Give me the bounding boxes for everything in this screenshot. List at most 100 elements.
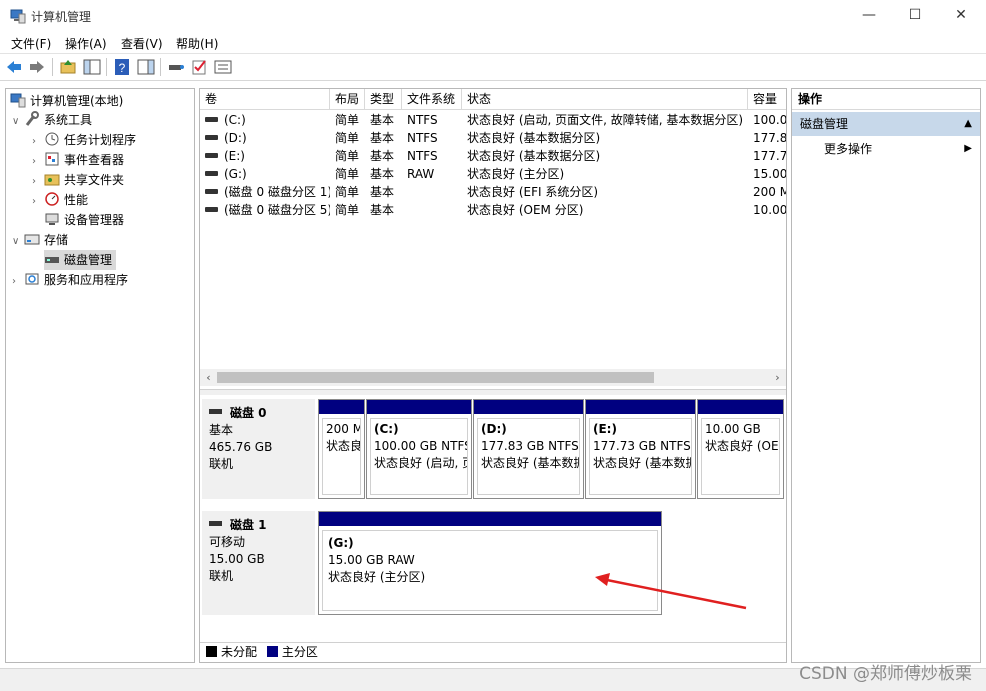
volume-row[interactable]: (磁盘 0 磁盘分区 5) 简单 基本 状态良好 (OEM 分区) 10.00 [200, 201, 786, 219]
device-manager-icon [45, 213, 59, 225]
tree-item-task-scheduler[interactable]: › 任务计划程序 [32, 130, 136, 150]
column-volume[interactable]: 卷 [200, 89, 330, 110]
annotation-arrow [595, 573, 747, 610]
volume-cell-layout: 简单 [335, 131, 360, 145]
scroll-left-icon[interactable]: ‹ [200, 369, 217, 386]
volume-cell-status: 状态良好 (基本数据分区) [467, 149, 601, 163]
volume-cell-type: 基本 [370, 167, 395, 181]
actions-header: 操作 [792, 89, 980, 110]
chevron-right-icon[interactable]: › [32, 152, 44, 172]
legend-primary: 主分区 [266, 645, 318, 659]
action-pane: 操作 磁盘管理 ▲ 更多操作 ▶ [791, 88, 981, 663]
check-icon[interactable] [191, 58, 209, 76]
connect-icon[interactable] [167, 58, 185, 76]
tree-item-disk-management[interactable]: 磁盘管理 [44, 250, 117, 270]
maximize-button[interactable]: ☐ [892, 0, 938, 32]
volume-cell-status: 状态良好 (基本数据分区) [467, 131, 601, 145]
chevron-right-icon[interactable]: › [32, 172, 44, 192]
scrollbar-thumb[interactable] [217, 372, 654, 383]
close-button[interactable]: ✕ [938, 0, 984, 32]
column-capacity[interactable]: 容量 [748, 89, 786, 110]
collapse-up-icon[interactable]: ▲ [964, 112, 972, 136]
title-bar: 计算机管理 — ☐ ✕ [0, 0, 986, 32]
volume-cell-status: 状态良好 (EFI 系统分区) [467, 185, 599, 199]
volume-icon [205, 171, 218, 176]
partition-e[interactable]: (E:) 177.73 GB NTFS 状态良好 (基本数据 [585, 399, 696, 499]
chevron-down-icon[interactable]: ∨ [12, 112, 24, 132]
back-arrow-icon[interactable] [5, 58, 23, 76]
performance-icon [45, 192, 59, 206]
actions-section-disk-management[interactable]: 磁盘管理 ▲ [792, 112, 980, 136]
volume-cell-status: 状态良好 (OEM 分区) [467, 203, 584, 217]
tree-item-event-viewer[interactable]: › 事件查看器 [32, 150, 124, 170]
disk-icon [209, 409, 222, 414]
legend-unallocated: 未分配 [206, 645, 257, 659]
window-title: 计算机管理 [31, 10, 92, 24]
minimize-button[interactable]: — [846, 0, 892, 32]
tree-item-services-apps[interactable]: › 服务和应用程序 [12, 270, 128, 290]
column-status[interactable]: 状态 [462, 89, 748, 110]
volume-cell-type: 基本 [370, 185, 395, 199]
forward-arrow-icon[interactable] [28, 58, 46, 76]
volume-cell-layout: 简单 [335, 185, 360, 199]
tree-item-storage[interactable]: ∨ 存储 [12, 230, 68, 250]
menu-action[interactable]: 操作(A) [65, 35, 107, 52]
chevron-right-icon[interactable]: › [32, 192, 44, 212]
partition-d[interactable]: (D:) 177.83 GB NTFS 状态良好 (基本数据 [473, 399, 584, 499]
menu-file[interactable]: 文件(F) [11, 35, 51, 52]
volume-cell-name: (磁盘 0 磁盘分区 1) [200, 183, 330, 201]
scroll-right-icon[interactable]: › [769, 369, 786, 386]
volume-cell-type: 基本 [370, 203, 395, 217]
partition-oem[interactable]: 10.00 GB 状态良好 (OE [697, 399, 784, 499]
legend: 未分配 主分区 [200, 642, 786, 662]
show-action-pane-icon[interactable] [137, 58, 155, 76]
volume-cell-capacity: 100.00 [753, 113, 786, 127]
chevron-down-icon[interactable]: ∨ [12, 232, 24, 252]
volume-row[interactable]: (D:) 简单基本 NTFS 状态良好 (基本数据分区) 177.83 [200, 129, 786, 147]
show-hide-tree-icon[interactable] [83, 58, 101, 76]
volume-cell-status: 状态良好 (主分区) [467, 167, 565, 181]
volume-cell-status: 状态良好 (启动, 页面文件, 故障转储, 基本数据分区) [467, 113, 744, 127]
volume-cell-type: 基本 [370, 149, 395, 163]
more-actions-item[interactable]: 更多操作 ▶ [792, 138, 980, 160]
properties-icon[interactable] [214, 58, 232, 76]
tree-item-performance[interactable]: › 性能 [32, 190, 88, 210]
chevron-right-icon[interactable]: › [12, 272, 24, 292]
volume-cell-layout: 简单 [335, 149, 360, 163]
chevron-right-icon[interactable]: › [32, 132, 44, 152]
volume-row[interactable]: (磁盘 0 磁盘分区 1) 简单 基本 状态良好 (EFI 系统分区) 200 M [200, 183, 786, 201]
toolbar: ? [0, 54, 986, 81]
computer-management-icon [10, 93, 26, 108]
menu-view[interactable]: 查看(V) [121, 35, 163, 52]
help-icon[interactable]: ? [113, 58, 131, 76]
volume-row[interactable]: (G:) 简单 基本 RAW 状态良好 (主分区) 15.00 [200, 165, 786, 183]
volume-row[interactable]: (C:) 简单 基本 NTFS 状态良好 (启动, 页面文件, 故障转储, 基本数据分区… [200, 111, 786, 129]
column-type[interactable]: 类型 [365, 89, 402, 110]
volume-cell-capacity: 177.73 [753, 149, 786, 163]
menu-help[interactable]: 帮助(H) [176, 35, 218, 52]
tree-item-device-manager[interactable]: 设备管理器 [44, 210, 124, 230]
volume-list-header: 卷 布局 类型 文件系统 状态 容量 [200, 89, 786, 110]
partition-c[interactable]: (C:) 100.00 GB NTFS 状态良好 (启动, 页 [366, 399, 472, 499]
partition-efi[interactable]: 200 M 状态良 [318, 399, 365, 499]
disk-0-label[interactable]: 磁盘 0 基本 465.76 GB 联机 [202, 399, 315, 499]
volume-cell-type: 基本 [370, 131, 395, 145]
volume-cell-layout: 简单 [335, 167, 360, 181]
volume-cell-name: (D:) [200, 129, 330, 147]
tree-item-root[interactable]: 计算机管理(本地) [10, 91, 123, 111]
volume-row[interactable]: (E:) 简单基本 NTFS 状态良好 (基本数据分区) 177.73 [200, 147, 786, 165]
storage-icon [24, 234, 40, 245]
services-icon [25, 273, 39, 285]
column-layout[interactable]: 布局 [330, 89, 365, 110]
volume-icon [205, 189, 218, 194]
tools-icon [25, 111, 39, 126]
column-filesystem[interactable]: 文件系统 [402, 89, 462, 110]
tree-item-system-tools[interactable]: ∨ 系统工具 [12, 110, 92, 130]
menu-bar: 文件(F) 操作(A) 查看(V) 帮助(H) [0, 32, 986, 54]
disk-icon [209, 521, 222, 526]
disk-1-label[interactable]: 磁盘 1 可移动 15.00 GB 联机 [202, 511, 315, 615]
tree-item-shared-folders[interactable]: › 共享文件夹 [32, 170, 124, 190]
horizontal-scrollbar[interactable]: ‹ › [200, 369, 786, 386]
up-folder-icon[interactable] [59, 58, 77, 76]
navigation-tree: 计算机管理(本地) ∨ 系统工具 › 任务计划程序 › 事件查看器 › 共享文件夹 › 性… [5, 88, 195, 663]
